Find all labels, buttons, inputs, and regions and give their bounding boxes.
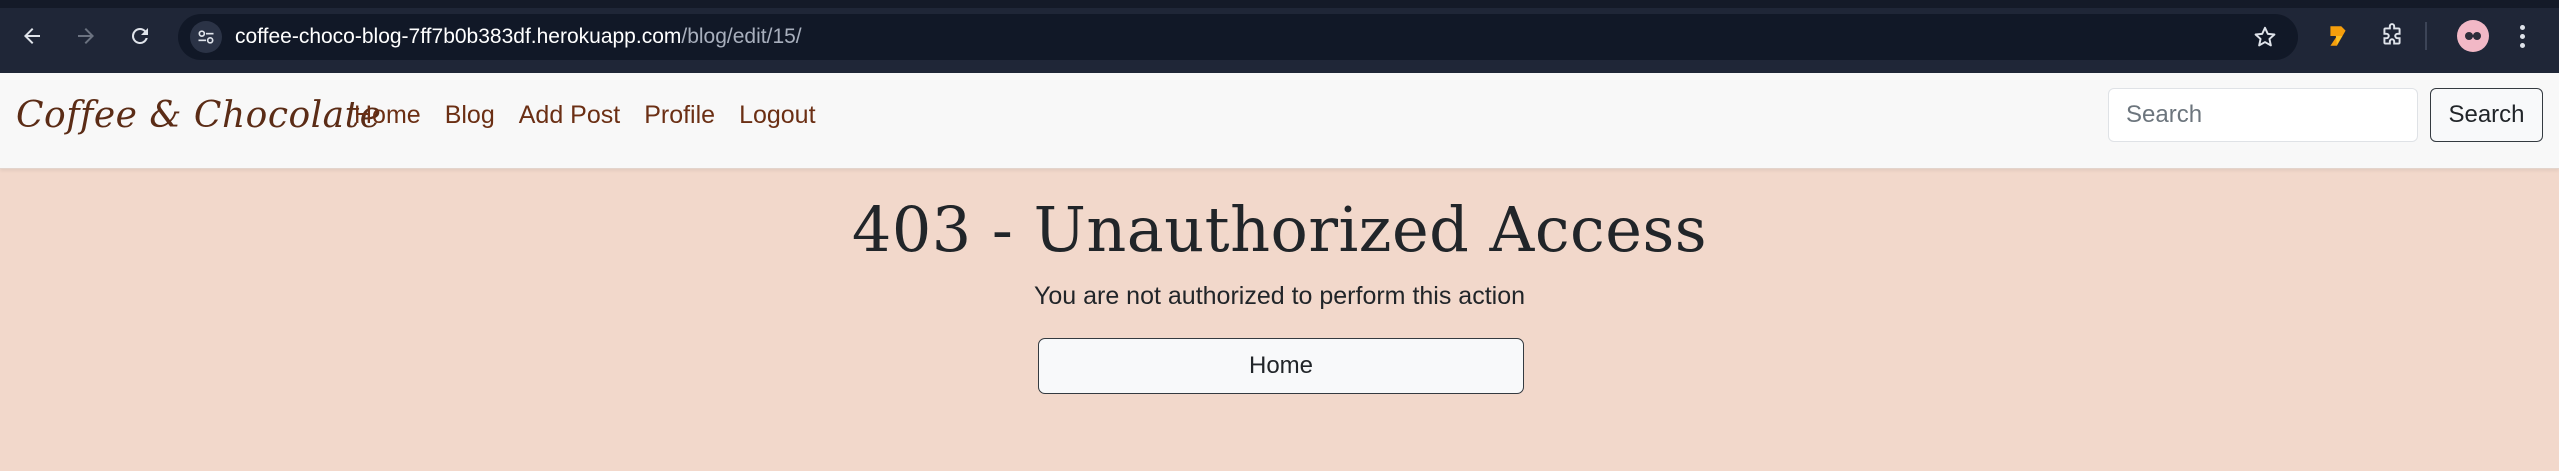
nav-link-profile[interactable]: Profile (644, 101, 715, 130)
url-text: coffee-choco-blog-7ff7b0b383df.herokuapp… (235, 25, 802, 49)
profile-avatar[interactable] (2457, 20, 2489, 52)
home-button[interactable]: Home (1038, 338, 1524, 394)
forward-icon (78, 28, 94, 44)
nav-link-blog[interactable]: Blog (445, 101, 495, 130)
url-host: coffee-choco-blog-7ff7b0b383df.herokuapp… (235, 25, 682, 48)
site-info-icon[interactable] (190, 21, 222, 53)
page-title: 403 - Unauthorized Access (851, 193, 1708, 266)
brand-logo[interactable]: Coffee & Chocolate (16, 95, 381, 136)
error-content: 403 - Unauthorized Access You are not au… (0, 169, 2559, 471)
extension-icon[interactable] (2322, 20, 2354, 52)
more-menu-icon[interactable] (2512, 20, 2532, 52)
nav-links: Home Blog Add Post Profile Logout (354, 101, 816, 130)
forward-button[interactable] (70, 20, 102, 52)
back-icon (24, 28, 40, 44)
reload-button[interactable] (124, 20, 156, 52)
site-navbar: Coffee & Chocolate Home Blog Add Post Pr… (0, 73, 2559, 169)
nav-link-add-post[interactable]: Add Post (519, 101, 620, 130)
back-button[interactable] (16, 20, 48, 52)
search-input[interactable] (2108, 88, 2418, 142)
error-message: You are not authorized to perform this a… (1033, 282, 1526, 310)
reload-icon (131, 27, 148, 44)
search-button[interactable]: Search (2430, 88, 2543, 142)
star-icon[interactable] (2252, 24, 2278, 50)
url-path: /blog/edit/15/ (681, 25, 802, 48)
nav-link-home[interactable]: Home (354, 101, 421, 130)
browser-toolbar: coffee-choco-blog-7ff7b0b383df.herokuapp… (0, 0, 2559, 73)
nav-link-logout[interactable]: Logout (739, 101, 815, 130)
address-bar[interactable]: coffee-choco-blog-7ff7b0b383df.herokuapp… (178, 14, 2298, 60)
toolbar-divider (2425, 22, 2427, 50)
puzzle-icon[interactable] (2376, 20, 2408, 52)
tab-strip (0, 0, 2559, 8)
